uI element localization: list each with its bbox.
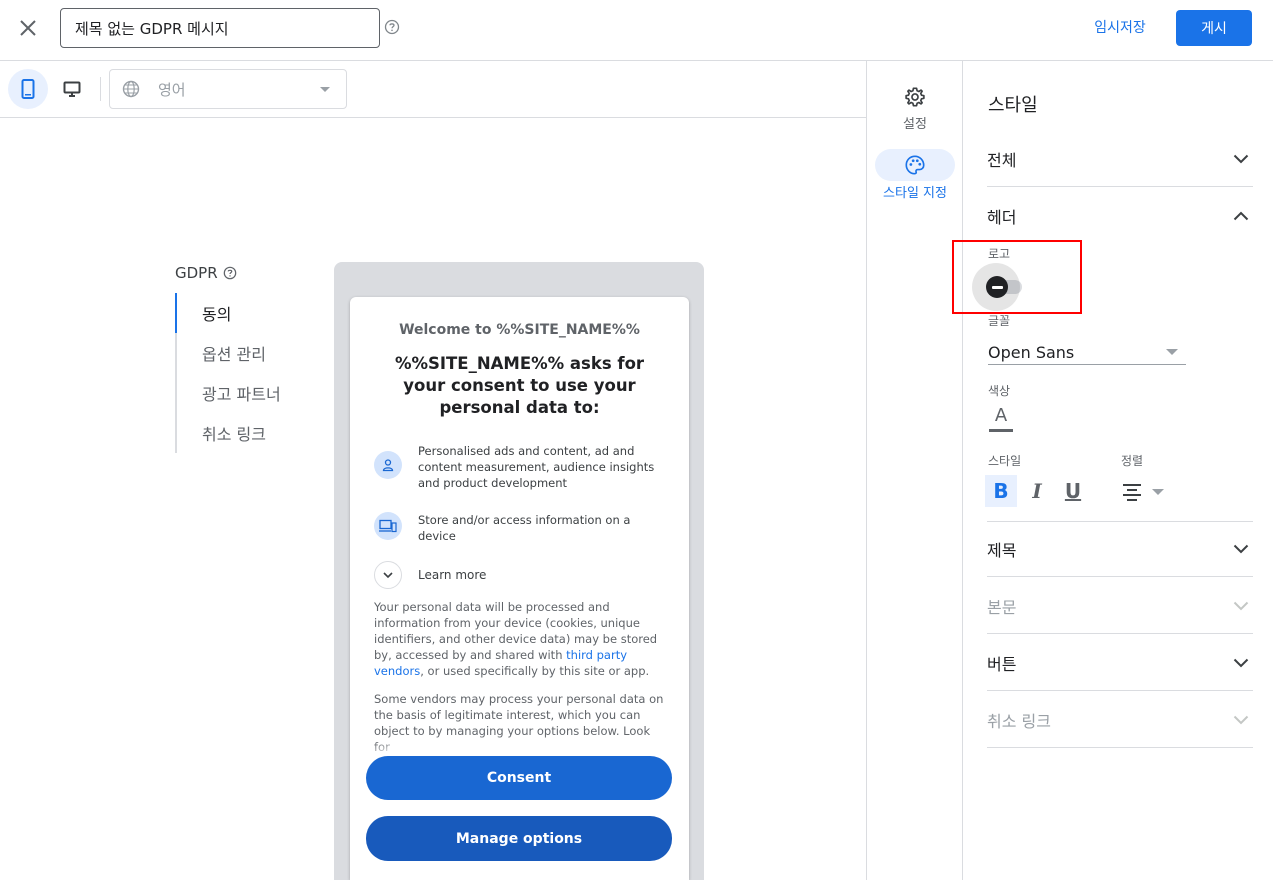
gdpr-section-label: GDPR — [175, 264, 237, 282]
learn-more-label: Learn more — [418, 568, 487, 582]
rail-settings-label: 설정 — [903, 117, 927, 132]
manage-options-button[interactable]: Manage options — [366, 816, 672, 861]
publish-button[interactable]: 게시 — [1176, 10, 1252, 46]
nav-item-cancel-link[interactable]: 취소 링크 — [175, 413, 315, 453]
close-icon — [20, 20, 36, 36]
mobile-preview-button[interactable] — [8, 69, 48, 109]
person-icon — [374, 451, 402, 479]
devices-icon — [374, 512, 402, 540]
font-select-value: Open Sans — [988, 342, 1075, 362]
nav-item-consent[interactable]: 동의 — [175, 293, 315, 333]
highlight-box — [952, 240, 1082, 314]
section-title-label: 제목 — [987, 541, 1017, 560]
learn-more-toggle[interactable]: Learn more — [374, 561, 486, 589]
top-bar: 임시저장 게시 — [0, 0, 1273, 61]
rail-settings[interactable]: 설정 — [867, 81, 963, 132]
rail-styling[interactable]: 스타일 지정 — [867, 149, 963, 201]
color-swatch — [989, 429, 1013, 432]
chevron-down-icon — [1233, 154, 1249, 163]
section-body: 본문 — [987, 578, 1253, 634]
font-select[interactable]: Open Sans — [988, 340, 1186, 365]
nav-item-manage-options[interactable]: 옵션 관리 — [175, 333, 315, 373]
purpose-text: Store and/or access information on a dev… — [418, 513, 631, 543]
section-overall-label: 전체 — [987, 150, 1017, 170]
desktop-icon — [63, 81, 81, 97]
consent-button[interactable]: Consent — [366, 756, 672, 800]
panel-title: 스타일 — [988, 95, 1038, 116]
message-title-input[interactable] — [60, 8, 380, 48]
align-center-icon — [1123, 484, 1141, 501]
section-header-label: 헤더 — [987, 208, 1017, 227]
section-header[interactable]: 헤더 — [987, 188, 1253, 244]
phone-icon — [21, 79, 35, 99]
underline-button[interactable]: U — [1057, 475, 1089, 507]
chevron-down-icon — [374, 561, 402, 589]
help-icon[interactable] — [384, 19, 400, 35]
chevron-down-icon — [1233, 544, 1249, 554]
toolbar-divider — [100, 77, 101, 101]
color-label: 색상 — [988, 384, 1011, 398]
globe-icon — [122, 80, 140, 98]
chevron-down-icon — [1152, 489, 1164, 495]
language-select[interactable]: 영어 — [109, 69, 347, 109]
legitimate-interest-paragraph: Some vendors may process your personal d… — [374, 692, 664, 754]
paragraph-text: , or used specifically by this site or a… — [420, 664, 650, 678]
consent-headline: %%SITE_NAME%% asks for your consent to u… — [394, 354, 645, 417]
help-icon[interactable] — [223, 266, 237, 280]
align-label: 정렬 — [1121, 454, 1144, 468]
rail-styling-label: 스타일 지정 — [883, 186, 947, 201]
section-body-label: 본문 — [987, 597, 1017, 617]
side-rail: 설정 스타일 지정 — [866, 61, 963, 880]
close-button[interactable] — [12, 12, 44, 44]
chevron-down-icon — [1233, 715, 1249, 724]
purpose-item: Personalised ads and content, ad and con… — [374, 443, 664, 491]
style-label: 스타일 — [988, 454, 1022, 468]
chevron-down-icon — [1233, 658, 1249, 667]
section-buttons[interactable]: 버튼 — [987, 635, 1253, 691]
italic-button[interactable]: I — [1021, 475, 1053, 507]
purpose-text: Personalised ads and content, ad and con… — [418, 444, 655, 490]
gear-icon — [875, 81, 955, 113]
section-title[interactable]: 제목 — [987, 521, 1253, 577]
bold-button[interactable]: B — [985, 475, 1017, 507]
gdpr-label-text: GDPR — [175, 264, 218, 282]
font-label: 글꼴 — [988, 314, 1011, 328]
palette-icon — [875, 149, 955, 181]
message-page-nav: 동의 옵션 관리 광고 파트너 취소 링크 — [175, 293, 315, 453]
text-color-button[interactable]: A — [988, 406, 1014, 432]
section-buttons-label: 버튼 — [987, 654, 1017, 674]
purpose-item: Store and/or access information on a dev… — [374, 512, 664, 544]
chevron-down-icon — [1233, 601, 1249, 610]
chevron-down-icon — [320, 87, 330, 92]
chevron-up-icon — [1233, 211, 1249, 221]
language-select-value: 영어 — [158, 80, 186, 99]
text-color-icon: A — [994, 405, 1008, 426]
section-overall[interactable]: 전체 — [987, 131, 1253, 187]
save-draft-button[interactable]: 임시저장 — [1078, 10, 1162, 44]
alignment-select[interactable] — [1122, 479, 1174, 505]
desktop-preview-button[interactable] — [52, 69, 92, 109]
section-cancel-link: 취소 링크 — [987, 692, 1253, 748]
welcome-heading: Welcome to %%SITE_NAME%% — [399, 322, 640, 338]
section-cancel-link-label: 취소 링크 — [987, 711, 1051, 731]
data-processing-paragraph: Your personal data will be processed and… — [374, 599, 666, 679]
chevron-down-icon — [1166, 349, 1178, 355]
nav-item-ad-partners[interactable]: 광고 파트너 — [175, 373, 315, 413]
consent-dialog-preview: Welcome to %%SITE_NAME%% %%SITE_NAME%% a… — [350, 297, 689, 880]
preview-toolbar: 영어 — [0, 61, 866, 118]
